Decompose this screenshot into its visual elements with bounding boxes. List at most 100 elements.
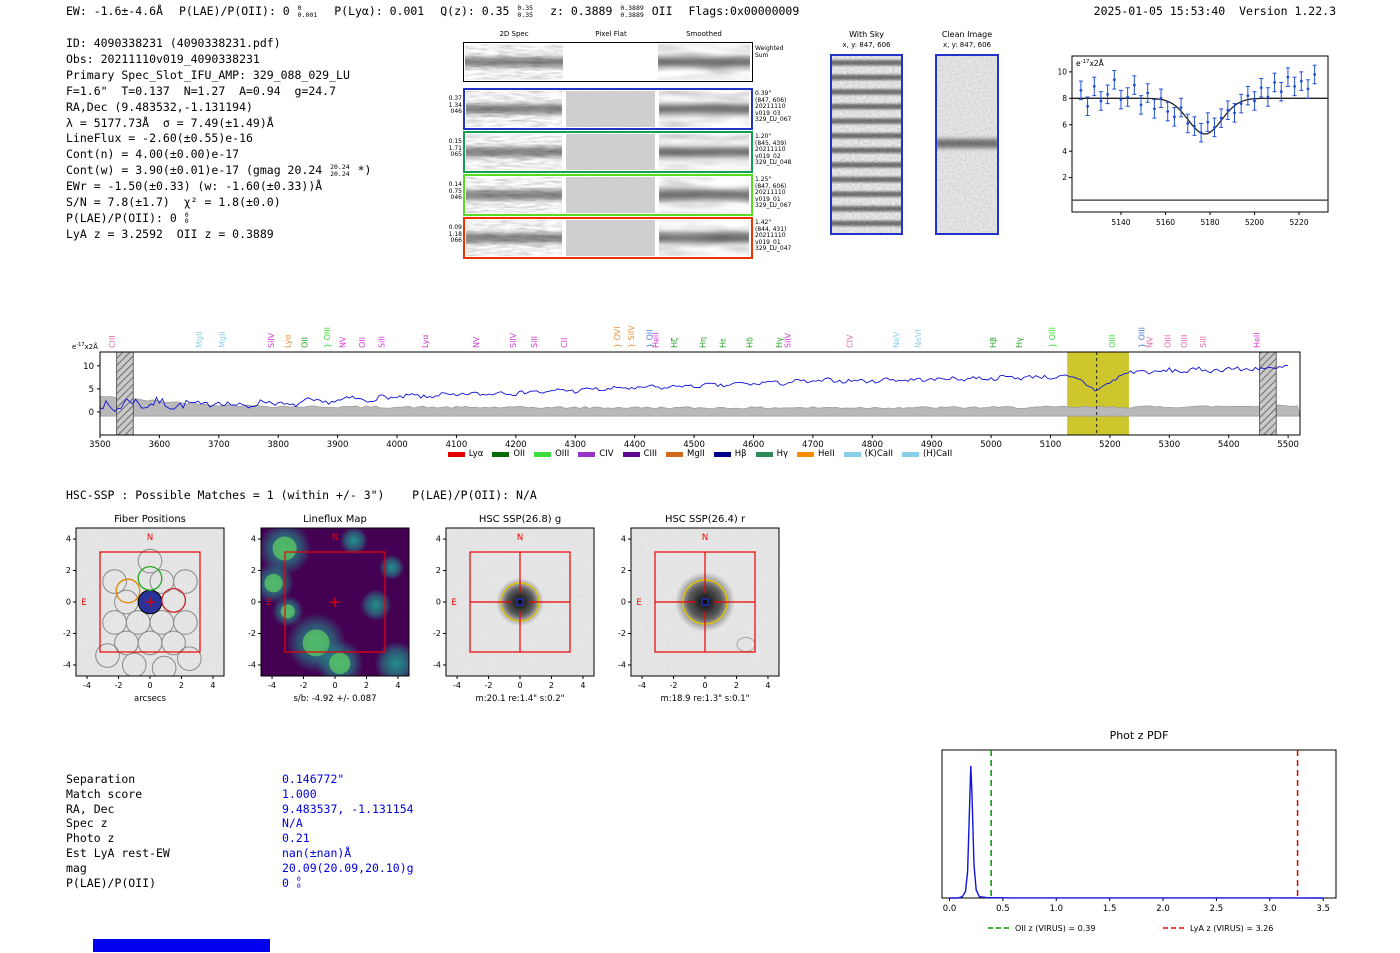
emission-line-label: HeII (1253, 332, 1262, 348)
match-row-value: 0 00 (282, 875, 301, 891)
spec2d-fiber-label: 0.15 1.71 065 (448, 138, 462, 159)
spec2d-cell-white (566, 44, 656, 80)
fit-curve (1072, 97, 1328, 135)
svg-text:4: 4 (395, 681, 400, 690)
spec2d-cell-flat (566, 220, 655, 256)
svg-text:-4: -4 (638, 681, 646, 690)
legend-swatch (666, 451, 684, 457)
legend-label: Lyα (468, 449, 484, 459)
svg-text:4: 4 (66, 535, 71, 544)
emission-line-label: Hδ (745, 337, 754, 348)
info-line: LineFlux = -2.60(±0.55)e-16 (66, 131, 253, 146)
match-row: P(LAE)/P(OII) 0 00 (66, 876, 414, 891)
svg-text:-4: -4 (618, 661, 626, 670)
emission-line-label: OII (358, 337, 367, 348)
info-line: Obs: 20211110v019_4090338231 (66, 51, 260, 66)
spec2d-cell-smooth (659, 91, 749, 127)
svg-text:2: 2 (734, 681, 739, 690)
spec2d-column-title: Pixel Flat (595, 30, 627, 38)
svg-text:5140: 5140 (1111, 218, 1130, 227)
emission-line-label: Lyα (284, 334, 293, 348)
match-row-label: Spec z (66, 816, 108, 831)
emission-line-label: SiIV (783, 332, 792, 348)
info-line: LyA z = 3.2592 OII z = 0.3889 (66, 226, 274, 241)
spec2d-cell-spec (466, 91, 562, 127)
svg-text:-4: -4 (63, 661, 71, 670)
match-row-label: mag (66, 860, 87, 875)
svg-text:-2: -2 (485, 681, 493, 690)
spec2d-cell-smooth (659, 134, 749, 170)
spec2d-cell-smooth (658, 44, 750, 80)
clean-image-content (935, 56, 999, 233)
spec2d-column-title: 2D Spec (499, 30, 529, 38)
catalog-match-table: Separation 0.146772" Match score 1.000 RA, D… (66, 772, 414, 890)
match-row: Photo z 0.21 (66, 831, 414, 846)
info-line: RA,Dec (9.483532,-1.131194) (66, 99, 253, 114)
masked-band (1259, 351, 1277, 436)
svg-text:2: 2 (1062, 173, 1067, 182)
header-summary-row: EW: -1.6±-4.6Å P(LAE)/P(OII): 0 0 0.001 P(L… (66, 4, 815, 18)
spec2d-cell-spec (466, 134, 562, 170)
svg-text:4: 4 (580, 681, 585, 690)
svg-text:5180: 5180 (1200, 218, 1219, 227)
header-segment: Flags:0x00000009 (688, 4, 800, 18)
emission-line-label: NV (1146, 336, 1155, 348)
svg-text:0: 0 (66, 598, 71, 607)
emission-line-label: SiIV (509, 332, 518, 348)
legend-label: Hγ (776, 449, 789, 459)
info-line: λ = 5177.73Å σ = 7.49(±1.49)Å (66, 115, 274, 130)
svg-text:5220: 5220 (1290, 218, 1309, 227)
emission-line-label: Hε (719, 338, 728, 348)
with-sky-image (830, 54, 903, 235)
svg-text:5200: 5200 (1245, 218, 1264, 227)
cutout-lineflux: Lineflux Map N E -4 -2 0 2 4 -4 -2 0 2 4 s/b: -4.92 +… (248, 514, 410, 704)
spec2d-fiber-label: 0.39" (847, 606) 20211110 v019_03 329_LU_067 (755, 90, 792, 124)
with-sky-image-content (830, 56, 903, 233)
legend-label: CIV (599, 449, 614, 459)
detection-info-block: ID: 4090338231 (4090338231.pdf) Obs: 2021… (66, 36, 371, 243)
cutout-title: HSC SSP(26.8) g (479, 514, 561, 525)
emission-line-label: NeVI (914, 329, 923, 348)
legend-item: Hβ (713, 449, 747, 459)
svg-text:10: 10 (1057, 67, 1067, 76)
info-line: Cont(n) = 4.00(±0.00)e-17 (66, 147, 240, 162)
spec2d-column-title: Smoothed (686, 30, 722, 38)
east-label: E (451, 598, 456, 608)
legend-label: (H)CaII (923, 449, 953, 459)
spec2d-cell-spec (465, 44, 563, 80)
header-segment: Q(z): 0.35 0.35 0.35 (440, 3, 534, 19)
svg-text:2: 2 (66, 566, 71, 575)
legend-label: HeII (818, 449, 835, 459)
north-label: N (517, 533, 523, 543)
spec2d-fiber-label: 1.20" (845, 439) 20211110 v019_02 329_LU_048 (755, 133, 792, 167)
header-segment: P(LAE)/P(OII): 0 0 0.001 (178, 3, 318, 19)
photz-legend-label: LyA z (VIRUS) = 3.26 (1190, 924, 1273, 933)
svg-text:0: 0 (702, 681, 707, 690)
spectrum-line-legend: Lyα OII OIII CIV CIII MgII Hβ Hγ HeII (K)CaII (H)C… (70, 449, 1330, 459)
legend-item: HeII (797, 449, 835, 459)
legend-label: (K)CaII (864, 449, 894, 459)
imaging-cutouts-row: Fiber Positions N E -4 -2 0 2 4 -4 -2 0 2 4 arcsecs Li… (46, 510, 786, 710)
svg-text:e-17x2Å: e-17x2Å (72, 342, 98, 351)
svg-text:0: 0 (89, 408, 94, 418)
emission-line-label: SiIV (267, 332, 276, 348)
hsc-match-header: HSC-SSP : Possible Matches = 1 (within +… (66, 488, 537, 502)
svg-text:0: 0 (436, 598, 441, 607)
svg-text:4: 4 (621, 535, 626, 544)
legend-swatch (622, 451, 640, 457)
emission-line-label: } OIII (323, 327, 332, 348)
info-line: P(LAE)/P(OII): 0 00 (66, 210, 189, 226)
info-line: Cont(w) = 3.90(±0.01)e-17 (gmag 20.24 20… (66, 162, 372, 178)
info-line: F=1.6" T=0.137 N=1.27 A=0.94 g=24.7 (66, 83, 337, 98)
clean-image (935, 54, 999, 235)
info-line: S/N = 7.8(±1.7) χ² = 1.8(±0.0) (66, 195, 281, 210)
legend-item: MgII (666, 449, 705, 459)
cutout-title: HSC SSP(26.4) r (665, 514, 746, 525)
svg-text:1.5: 1.5 (1103, 904, 1117, 914)
svg-text:-4: -4 (453, 681, 461, 690)
emission-line-label: } OVI (613, 326, 622, 348)
emission-line-label: CIII (108, 335, 117, 348)
svg-text:0: 0 (621, 598, 626, 607)
photz-title: Phot z PDF (1110, 729, 1169, 742)
emission-line-label: Hζ (670, 338, 679, 348)
